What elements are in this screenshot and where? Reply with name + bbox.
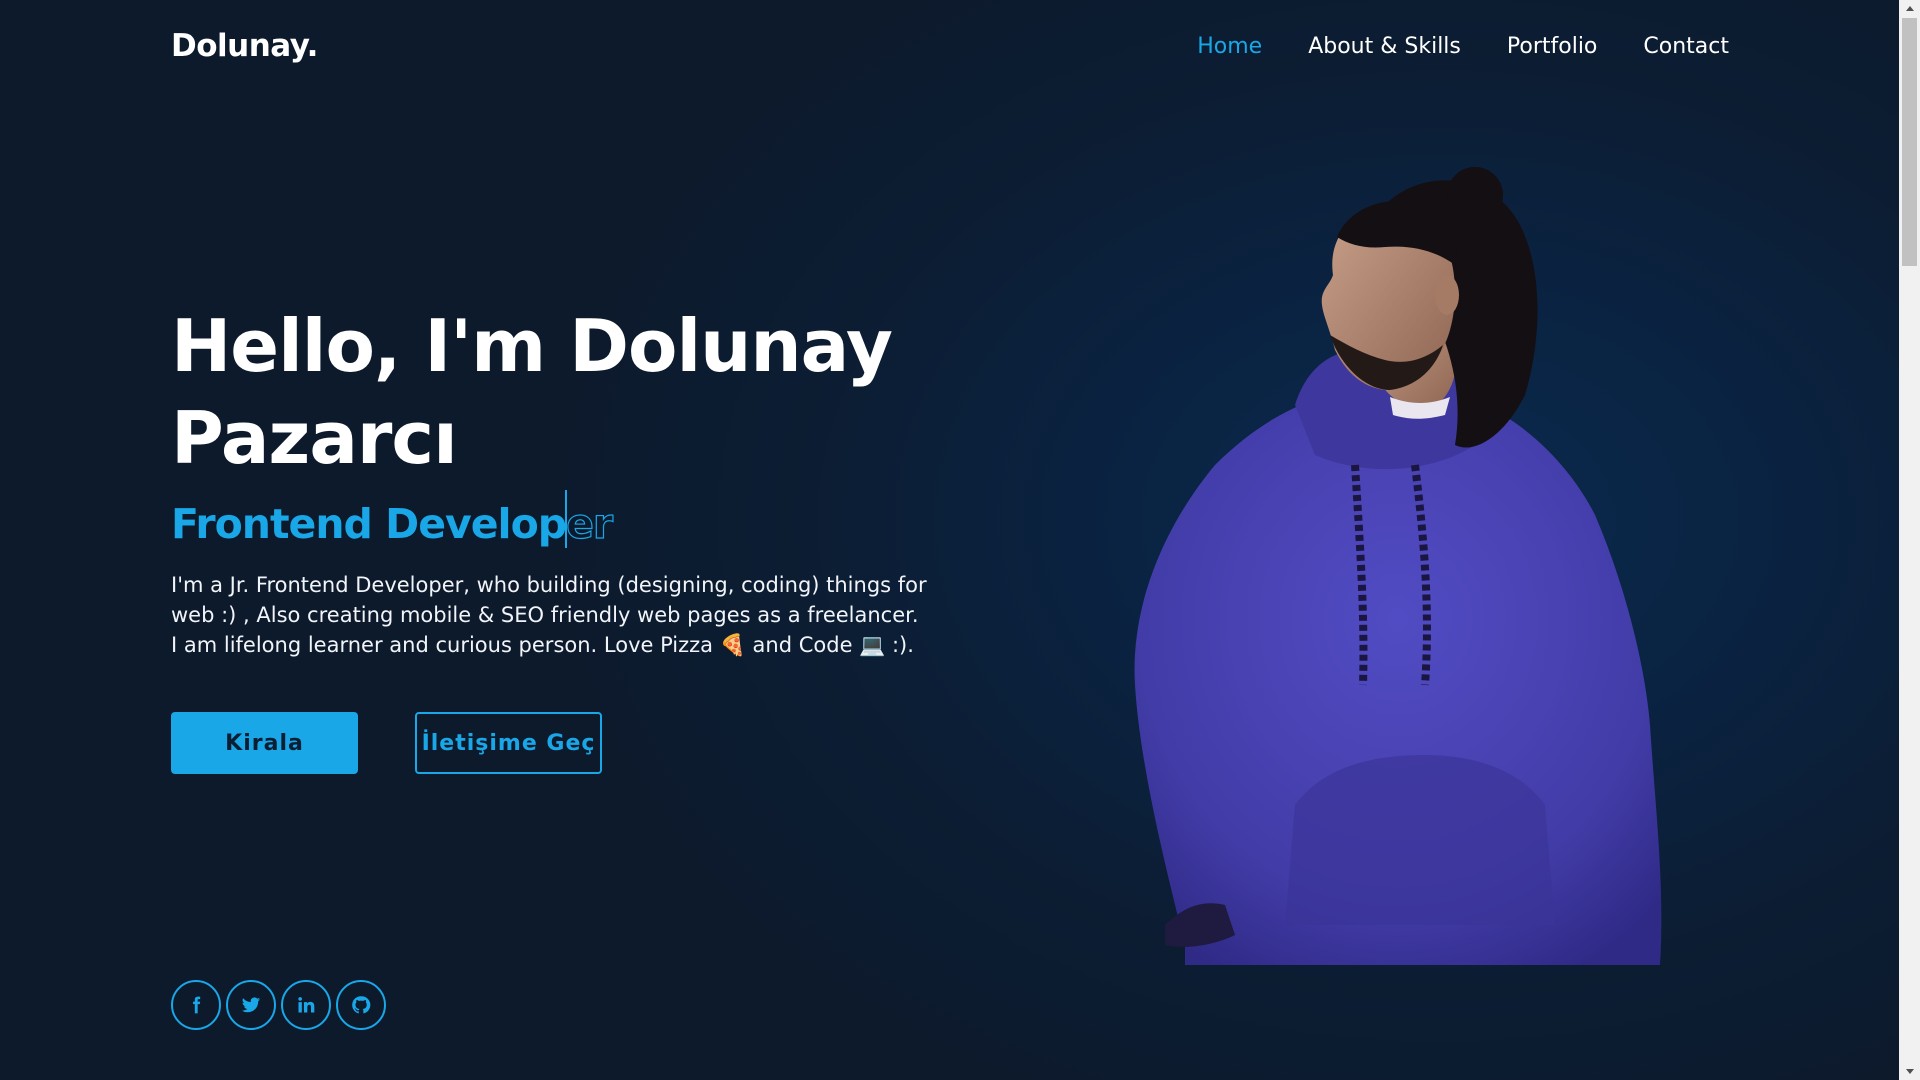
linkedin-icon — [298, 997, 315, 1013]
social-links — [171, 980, 386, 1030]
hire-button[interactable]: Kirala — [171, 712, 358, 774]
hero-role-remaining: er — [566, 499, 614, 548]
facebook-link[interactable] — [171, 980, 221, 1030]
hero-title: Hello, I'm Dolunay Pazarcı — [171, 304, 893, 480]
twitter-icon — [241, 997, 261, 1013]
linkedin-link[interactable] — [281, 980, 331, 1030]
page-scrollbar[interactable] — [1899, 0, 1920, 1080]
scroll-down-arrow-icon[interactable] — [1899, 1063, 1920, 1080]
facebook-icon — [193, 996, 201, 1014]
profile-photo — [1134, 167, 1662, 965]
github-icon — [352, 996, 371, 1014]
contact-button[interactable]: İletişime Geç — [415, 712, 602, 774]
hero-role-typed: Frontend Develop — [171, 500, 567, 548]
nav-portfolio[interactable]: Portfolio — [1507, 34, 1598, 59]
github-link[interactable] — [336, 980, 386, 1030]
hero-bio: I'm a Jr. Frontend Developer, who buildi… — [171, 573, 927, 657]
site-logo[interactable]: Dolunay. — [171, 28, 318, 64]
hero-role: Frontend Developer — [171, 490, 614, 549]
nav-contact[interactable]: Contact — [1643, 34, 1729, 59]
main-nav: Home About & Skills Portfolio Contact — [1197, 34, 1729, 59]
scroll-up-arrow-icon[interactable] — [1899, 0, 1920, 17]
nav-about-skills[interactable]: About & Skills — [1308, 34, 1461, 59]
page: Dolunay. Home About & Skills Portfolio C… — [0, 0, 1899, 1080]
scrollbar-thumb[interactable] — [1902, 18, 1917, 266]
nav-home[interactable]: Home — [1197, 34, 1262, 59]
twitter-link[interactable] — [226, 980, 276, 1030]
